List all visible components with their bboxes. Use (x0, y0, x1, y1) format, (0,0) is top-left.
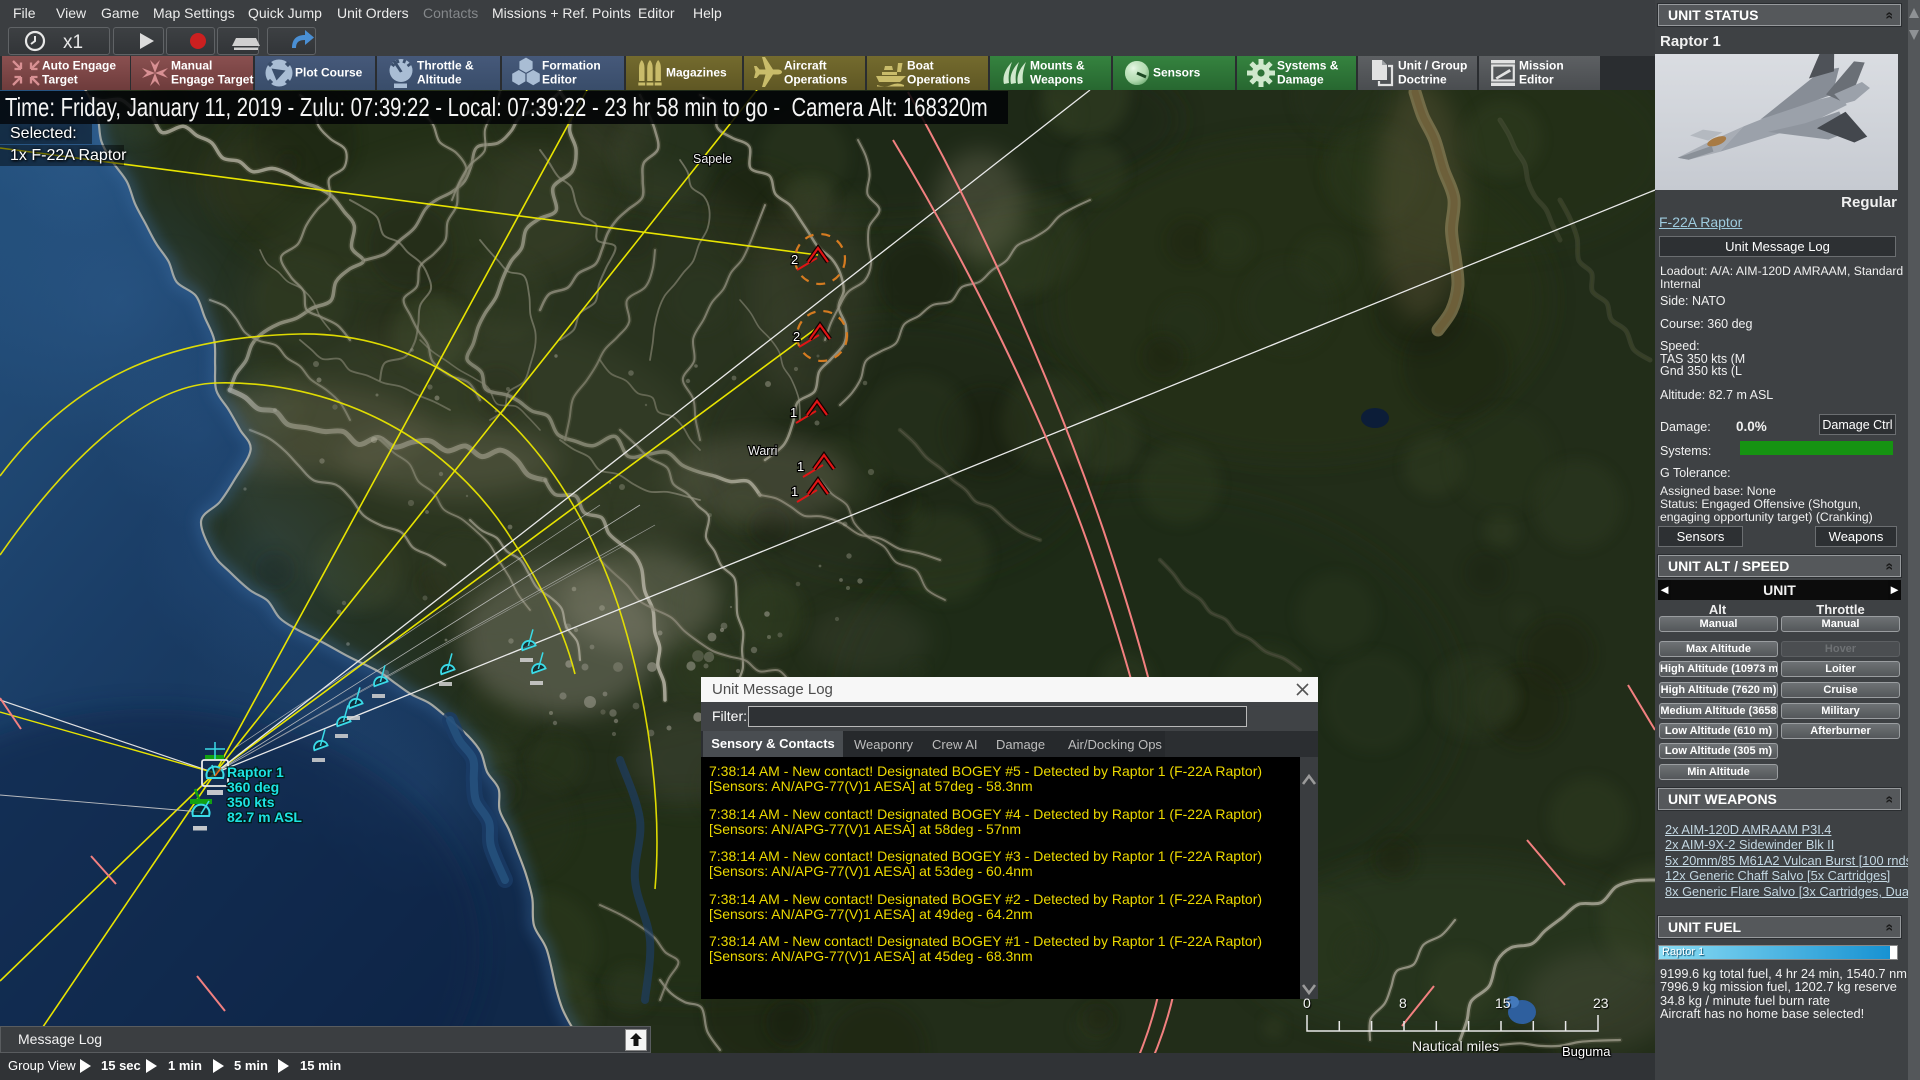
svg-text:x1: x1 (63, 32, 83, 53)
svg-text:23: 23 (1593, 995, 1609, 1011)
svg-text:Nautical miles: Nautical miles (1412, 1038, 1499, 1054)
svg-text:2: 2 (791, 252, 798, 267)
svg-text:15: 15 (1495, 995, 1511, 1011)
svg-text:2: 2 (793, 329, 800, 344)
svg-text:Raptor 1: Raptor 1 (227, 764, 284, 780)
svg-text:82.7 m ASL: 82.7 m ASL (227, 809, 302, 825)
svg-text:Sapele: Sapele (693, 152, 732, 166)
svg-text:1: 1 (791, 484, 798, 499)
svg-text:Warri: Warri (748, 444, 777, 458)
svg-text:8: 8 (1399, 995, 1407, 1011)
svg-text:1: 1 (797, 459, 804, 474)
svg-text:360 deg: 360 deg (227, 779, 279, 795)
svg-text:0: 0 (1303, 995, 1311, 1011)
svg-text:350 kts: 350 kts (227, 794, 275, 810)
svg-text:1: 1 (790, 405, 797, 420)
